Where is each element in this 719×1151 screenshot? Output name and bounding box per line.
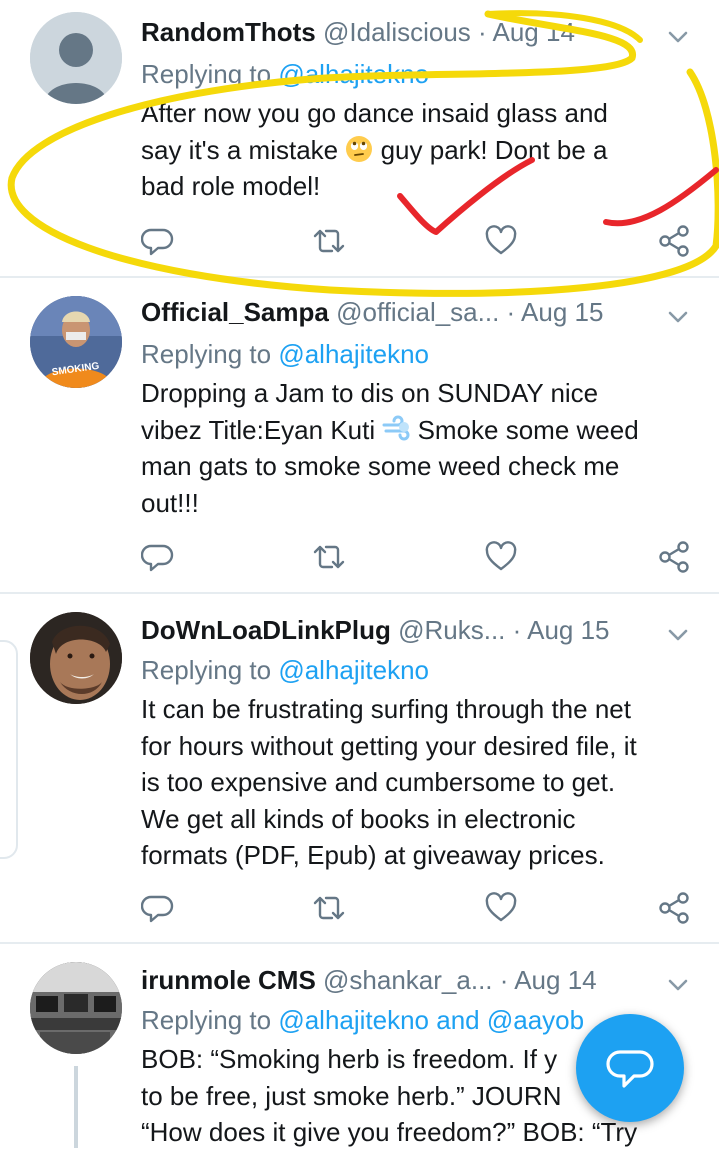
- separator-dot: ·: [506, 297, 516, 327]
- tweet-line: say it's a mistake guy park! Dont be a: [141, 132, 691, 169]
- tweet-line: out!!!: [141, 487, 199, 518]
- compose-reply-icon: [606, 1050, 654, 1088]
- replying-to: Replying to @alhajitekno: [141, 56, 429, 92]
- tweet-header: RandomThots @Idaliscious · Aug 14: [141, 14, 689, 50]
- user-handle[interactable]: @official_sa...: [336, 297, 499, 327]
- user-photo-avatar-icon: SMOKING: [30, 296, 122, 388]
- tweet-line: We get all kinds of books in electronic: [141, 803, 576, 834]
- display-name[interactable]: Official_Sampa: [141, 297, 329, 327]
- mention-link[interactable]: @alhajitekno: [278, 59, 429, 89]
- avatar[interactable]: SMOKING: [30, 296, 122, 388]
- tweet-card[interactable]: DoWnLoaDLinkPlug @Ruks... · Aug 15 Reply…: [0, 594, 719, 942]
- tweet-line: formats (PDF, Epub) at giveaway prices.: [141, 840, 605, 870]
- avatar[interactable]: [30, 612, 122, 704]
- tweet-card[interactable]: RandomThots @Idaliscious · Aug 14 Replyi…: [0, 0, 719, 276]
- mention-link[interactable]: @alhajitekno: [278, 339, 429, 369]
- rolling-eyes-emoji-icon: [346, 135, 373, 162]
- separator-dot: ·: [499, 965, 509, 995]
- tweet-header: Official_Sampa @official_sa... · Aug 15: [141, 294, 689, 330]
- tweet-actions: [141, 891, 691, 925]
- retweet-icon[interactable]: [312, 891, 346, 925]
- compose-reply-button[interactable]: [576, 1014, 684, 1122]
- thread-connector: [74, 1066, 78, 1148]
- tweet-actions: [141, 224, 691, 258]
- tweet-card[interactable]: SMOKING Official_Sampa @official_sa... ·…: [0, 278, 719, 592]
- reply-icon[interactable]: [141, 224, 175, 258]
- replying-to-label: Replying to: [141, 1005, 279, 1035]
- tweet-header: irunmole CMS @shankar_a... · Aug 14: [141, 962, 689, 998]
- replying-to: Replying to @alhajitekno and @aayob: [141, 1002, 584, 1038]
- tweet-line-fragment: Smoke some weed: [410, 414, 639, 445]
- tweet-line: bad role model!: [141, 171, 321, 201]
- tweet-line: After now you go dance insaid glass and: [141, 98, 608, 128]
- chevron-down-icon[interactable]: [665, 304, 691, 330]
- user-photo-avatar-icon: [30, 612, 122, 704]
- chevron-down-icon[interactable]: [665, 972, 691, 998]
- replying-to-label: Replying to: [141, 655, 279, 685]
- tweet-line: for hours without getting your desired f…: [141, 730, 637, 761]
- timestamp[interactable]: Aug 15: [521, 297, 603, 327]
- tweet-line: It can be frustrating surfing through th…: [141, 694, 631, 724]
- mention-link[interactable]: @alhajitekno: [278, 655, 429, 685]
- tweet-line: Dropping a Jam to dis on SUNDAY nice: [141, 378, 599, 408]
- display-name[interactable]: irunmole CMS: [141, 965, 316, 995]
- replying-to-label: Replying to: [141, 59, 279, 89]
- mention-link[interactable]: @alhajitekno and @aayob: [278, 1005, 584, 1035]
- share-icon[interactable]: [657, 891, 691, 925]
- user-handle[interactable]: @shankar_a...: [323, 965, 492, 995]
- retweet-icon[interactable]: [312, 224, 346, 258]
- tweet-line: man gats to smoke some weed check me: [141, 451, 620, 481]
- tweet-header: DoWnLoaDLinkPlug @Ruks... · Aug 15: [141, 612, 689, 648]
- tweet-text: It can be frustrating surfing through th…: [141, 691, 691, 874]
- tweet-text: Dropping a Jam to dis on SUNDAY nice vib…: [141, 375, 691, 521]
- chevron-down-icon[interactable]: [665, 24, 691, 50]
- user-photo-avatar-icon: [30, 962, 122, 1054]
- share-icon[interactable]: [657, 224, 691, 258]
- replying-to: Replying to @alhajitekno: [141, 336, 429, 372]
- reply-icon[interactable]: [141, 891, 175, 925]
- tweet-text: After now you go dance insaid glass and …: [141, 95, 691, 205]
- tweet-actions: [141, 540, 691, 574]
- display-name[interactable]: RandomThots: [141, 17, 316, 47]
- default-avatar-icon: [30, 12, 122, 104]
- timestamp[interactable]: Aug 14: [514, 965, 596, 995]
- reply-icon[interactable]: [141, 540, 175, 574]
- user-handle[interactable]: @Ruks...: [398, 615, 505, 645]
- avatar[interactable]: [30, 12, 122, 104]
- display-name[interactable]: DoWnLoaDLinkPlug: [141, 615, 391, 645]
- tweet-line-fragment: guy park! Dont be a: [380, 134, 608, 165]
- tweet-line-fragment: vibez Title:Eyan Kuti: [141, 414, 383, 445]
- heart-icon[interactable]: [484, 891, 518, 925]
- separator-dot: ·: [512, 615, 522, 645]
- replying-to: Replying to @alhajitekno: [141, 652, 429, 688]
- tweet-line: vibez Title:Eyan Kuti Smoke some weed: [141, 412, 691, 449]
- share-icon[interactable]: [657, 540, 691, 574]
- separator-dot: ·: [478, 17, 487, 47]
- timestamp[interactable]: Aug 15: [527, 615, 609, 645]
- user-handle[interactable]: @Idaliscious: [323, 17, 471, 47]
- heart-icon[interactable]: [484, 540, 518, 574]
- dash-emoji-icon: [382, 415, 410, 440]
- avatar[interactable]: [30, 962, 122, 1054]
- chevron-down-icon[interactable]: [665, 622, 691, 648]
- timestamp[interactable]: Aug 14: [493, 17, 575, 47]
- replying-to-label: Replying to: [141, 339, 279, 369]
- tweet-line-fragment: say it's a mistake: [141, 134, 346, 165]
- retweet-icon[interactable]: [312, 540, 346, 574]
- heart-icon[interactable]: [484, 224, 518, 258]
- tweet-line: is too expensive and cumbersome to get.: [141, 767, 616, 797]
